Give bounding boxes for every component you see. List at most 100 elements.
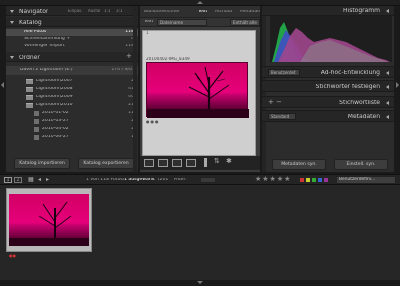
photo-count-text: 1 von 118 Fotos/ [86,178,125,182]
filmstrip-thumbnail[interactable] [9,194,89,246]
folder-icon [34,119,39,124]
left-panel: Navigator Einpas. Ausfül 1:1 3:1 Katalog… [6,6,138,172]
zoom-1to1-option[interactable]: 1:1 [104,9,110,13]
keyword-list-header[interactable]: + − Stichwortliste [262,96,394,108]
collapse-icon [386,115,389,119]
selected-count-text: 1 ausgewählt [124,178,155,182]
back-icon[interactable]: ◂ [38,177,41,183]
folder-icon [34,135,39,140]
katalog-item-label: Alle Fotos [24,30,47,34]
volume-info: 170 / 9/0 [111,68,132,72]
katalog-title: Katalog [19,20,42,26]
zoom-fill-option[interactable]: Ausfül [88,9,100,13]
page-1-button[interactable]: 1 [4,177,12,183]
folder-icon [26,103,33,108]
katalog-item-previous-import[interactable]: Vorheriger Import 118 [6,43,138,50]
tab-metadata[interactable]: Metadaten [240,10,260,15]
top-panel-toggle-icon[interactable] [197,1,203,4]
folder-icon [26,87,33,92]
folder-item[interactable]: Lightroom\2009 40 [6,94,138,101]
folder-icon [34,111,39,116]
add-keyword-icon[interactable]: + [268,99,274,106]
bottom-panel-toggle-icon[interactable] [197,281,203,284]
subfolder-label: 2010-04-02 [42,127,69,131]
collapse-icon [10,10,14,13]
sync-settings-button[interactable]: Einstell. syn. [334,159,388,170]
katalog-header[interactable]: Katalog [6,17,138,27]
subfolder-label: 2010-01-02 [42,111,69,115]
subfolder-item[interactable]: 2010-06-27 1 [6,134,138,141]
collapse-icon [10,56,14,59]
loupe-view-icon[interactable] [158,159,168,167]
thumbnail-size-icon[interactable]: ✱ [226,158,232,165]
navigator-header[interactable]: Navigator Einpas. Ausfül 1:1 3:1 [6,6,138,16]
tree-silhouette-graphic [9,201,89,246]
rule-dropdown[interactable]: Enthält alle [230,19,260,26]
keyword-list-title: Stichwortliste [339,100,380,106]
ordner-header[interactable]: Ordner + [6,52,138,62]
export-catalog-button[interactable]: Katalog exportieren [78,158,134,169]
cell-badges-icon[interactable]: ●●● [146,119,159,124]
collapse-icon [386,71,389,75]
metadata-header[interactable]: Standard Metadaten [262,110,394,122]
folder-item[interactable]: Lightroom\2007 2 [6,78,138,85]
katalog-item-all-photos[interactable]: Alle Fotos 118 [6,29,138,36]
field-dropdown[interactable]: Dateiname [157,19,207,26]
right-panel-toggle-icon[interactable] [396,82,399,88]
remove-keyword-icon[interactable]: − [276,99,282,106]
color-label-red-icon[interactable] [300,178,304,182]
color-label-purple-icon[interactable] [324,178,328,182]
add-folder-icon[interactable]: + [126,53,132,60]
ordner-title: Ordner [19,55,40,61]
folder-item-expanded[interactable]: Lightroom\2010 21 [6,102,138,109]
sort-icon[interactable]: ⇅ [214,158,220,165]
text-filter-row: Text Dateiname Enthält alle [140,18,260,27]
left-panel-scrollbar[interactable] [133,6,137,172]
zoom-3to1-option[interactable]: 3:1 [116,9,122,13]
sync-metadata-button[interactable]: Metadaten syn. [272,159,326,170]
color-label-yellow-icon[interactable] [306,178,310,182]
rating-filter-stars-icon[interactable]: ★★★★★ [255,176,291,183]
left-panel-toggle-icon[interactable] [1,82,4,88]
zoom-fit-option[interactable]: Einpas. [68,9,83,13]
selected-file-text: /201 [158,178,169,182]
subfolder-label: 2010-06-27 [42,135,69,139]
katalog-item-label: Schnellsammlung + [24,37,71,41]
keywording-header[interactable]: Stichwörter festlegen [262,80,394,92]
metadata-title: Metadaten [347,114,380,120]
katalog-item-label: Vorheriger Import [24,44,65,48]
color-label-blue-icon[interactable] [318,178,322,182]
quick-develop-preset-dropdown[interactable]: Benutzerdef. [268,69,300,76]
tab-text[interactable]: Text [198,10,207,15]
histogram-header[interactable]: Histogramm [262,6,394,16]
subfolder-item[interactable]: 2010-03-27 2 [6,118,138,125]
subfolder-item[interactable]: 2010-04-02 2 [6,126,138,133]
folder-icon [26,95,33,100]
grid-toolbar: ⇅ ✱ [140,156,260,170]
tab-attribute[interactable]: Attribut [215,10,232,15]
survey-view-icon[interactable] [186,159,196,167]
filter-preset-dropdown[interactable]: Benutzerdefini... [336,176,396,184]
import-catalog-button[interactable]: Katalog importieren [14,158,70,169]
grid-view-icon[interactable] [144,159,154,167]
histogram-title: Histogramm [343,8,380,14]
volume-label: Daten 2 Lightroom (E:) [20,68,73,72]
spray-can-icon[interactable] [204,158,207,167]
volume-row[interactable]: Daten 2 Lightroom (E:) 170 / 9/0 [6,66,138,75]
folder-item[interactable]: Lightroom\2008 41 [6,86,138,93]
forward-icon[interactable]: ▸ [46,177,49,183]
histogram-graph [270,16,392,62]
color-label-green-icon[interactable] [312,178,316,182]
library-filter-bar: Bibliotheksfilter Text Attribut Metadate… [140,6,260,18]
compare-view-icon[interactable] [172,159,182,167]
page-2-button[interactable]: 2 [14,177,22,183]
flag-filter-icon[interactable] [200,177,216,183]
photo-thumbnail[interactable] [146,62,249,118]
metadata-preset-dropdown[interactable]: Standard [268,113,296,120]
grid-mode-icon[interactable]: ▦ [28,177,34,183]
filter-label: Bibliotheksfilter [144,10,180,14]
katalog-item-quick-collection[interactable]: Schnellsammlung + 0 [6,36,138,43]
quick-develop-header[interactable]: Benutzerdef. Ad-hoc-Entwicklung [262,66,394,78]
folder-label: Lightroom\2007 [36,79,73,83]
subfolder-item[interactable]: 2010-01-02 11 [6,110,138,117]
